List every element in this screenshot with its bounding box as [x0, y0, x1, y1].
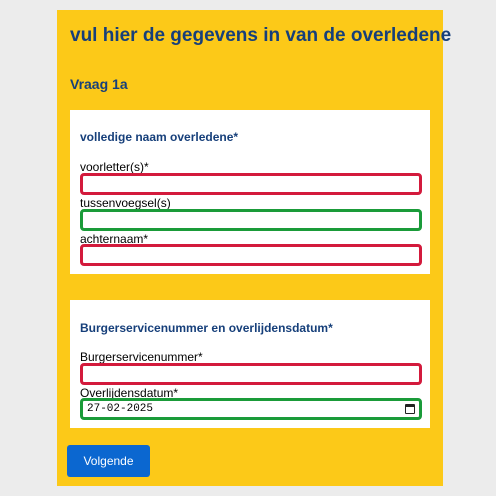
name-section-title: volledige naam overledene* [80, 130, 239, 144]
prefix-label: tussenvoegsel(s) [80, 196, 171, 210]
prefix-input[interactable] [80, 209, 422, 231]
bsn-date-section-title: Burgerservicenummer en overlijdensdatum* [80, 321, 333, 335]
next-button[interactable]: Volgende [67, 445, 150, 477]
death-date-value: 27-02-2025 [87, 403, 154, 415]
question-title: Vraag 1a [70, 76, 128, 92]
initials-label: voorletter(s)* [80, 160, 149, 174]
bsn-date-section: Burgerservicenummer en overlijdensdatum*… [70, 300, 430, 428]
surname-input[interactable] [80, 244, 422, 266]
bsn-label: Burgerservicenummer* [80, 350, 203, 364]
initials-input[interactable] [80, 173, 422, 195]
form-panel: vul hier de gegevens in van de overleden… [57, 10, 451, 486]
bsn-input[interactable] [80, 363, 422, 385]
name-section: volledige naam overledene* voorletter(s)… [70, 110, 430, 274]
death-date-input[interactable]: 27-02-2025 [80, 398, 422, 420]
calendar-icon[interactable] [405, 404, 415, 414]
page-title: vul hier de gegevens in van de overleden… [70, 25, 452, 46]
